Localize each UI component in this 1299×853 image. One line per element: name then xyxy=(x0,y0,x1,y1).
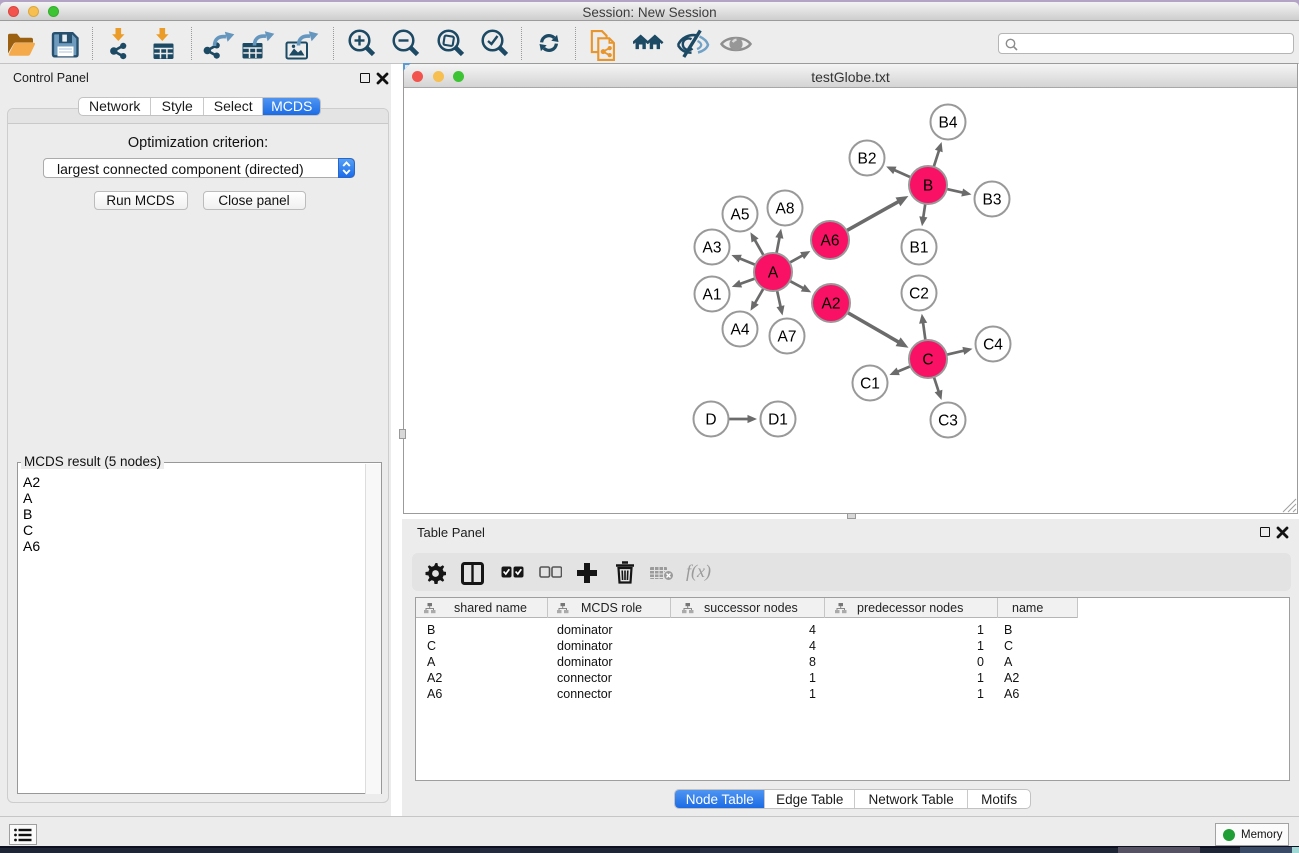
svg-text:C2: C2 xyxy=(909,285,929,302)
svg-text:B2: B2 xyxy=(858,150,877,167)
svg-text:A1: A1 xyxy=(703,286,722,303)
svg-text:B: B xyxy=(923,177,933,194)
svg-text:C4: C4 xyxy=(983,336,1003,353)
svg-text:A2: A2 xyxy=(822,295,841,312)
svg-text:D1: D1 xyxy=(768,411,788,428)
svg-text:C: C xyxy=(922,351,933,368)
svg-text:A: A xyxy=(768,264,779,281)
svg-text:B1: B1 xyxy=(910,239,929,256)
svg-text:A3: A3 xyxy=(703,239,722,256)
svg-text:B4: B4 xyxy=(939,114,958,131)
svg-text:C1: C1 xyxy=(860,375,880,392)
svg-text:D: D xyxy=(705,411,716,428)
svg-text:A7: A7 xyxy=(778,328,797,345)
svg-text:A8: A8 xyxy=(776,200,795,217)
svg-text:A4: A4 xyxy=(731,321,750,338)
svg-text:A5: A5 xyxy=(731,206,750,223)
svg-text:B3: B3 xyxy=(983,191,1002,208)
svg-text:C3: C3 xyxy=(938,412,958,429)
svg-text:A6: A6 xyxy=(821,232,840,249)
